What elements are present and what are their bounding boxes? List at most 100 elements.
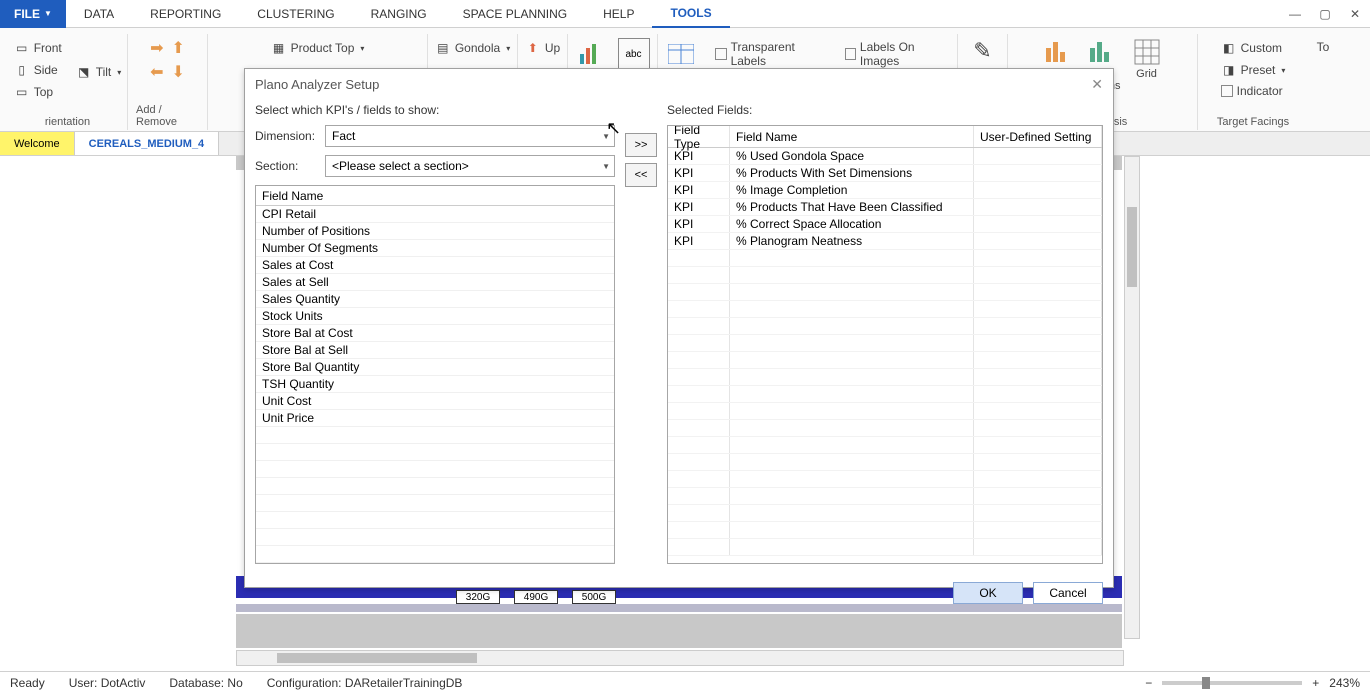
- table-row[interactable]: KPI% Image Completion: [668, 182, 1102, 199]
- zoom-slider[interactable]: [1162, 681, 1302, 685]
- up-icon: ⬆: [525, 40, 541, 56]
- view-top-button[interactable]: ▭ Top: [10, 82, 66, 102]
- checkbox-icon: [715, 48, 726, 60]
- table-icon[interactable]: [666, 38, 695, 70]
- list-item[interactable]: TSH Quantity: [256, 376, 614, 393]
- top-icon: ▭: [14, 84, 30, 100]
- table-row[interactable]: KPI% Correct Space Allocation: [668, 216, 1102, 233]
- side-icon: ▯: [14, 62, 30, 78]
- tab-cereals[interactable]: CEREALS_MEDIUM_4: [75, 132, 220, 155]
- table-row[interactable]: KPI% Products With Set Dimensions: [668, 165, 1102, 182]
- col-user-defined: User-Defined Setting: [974, 126, 1102, 147]
- selected-fields-label: Selected Fields:: [667, 103, 1103, 117]
- label-abc-icon[interactable]: abc: [618, 38, 650, 70]
- dimension-combo[interactable]: Fact▼: [325, 125, 615, 147]
- vertical-scrollbar[interactable]: [1124, 156, 1140, 639]
- status-ready: Ready: [10, 676, 45, 690]
- list-item[interactable]: Stock Units: [256, 308, 614, 325]
- arrow-up-icon[interactable]: ⬆: [172, 38, 185, 58]
- dialog-title: Plano Analyzer Setup: [255, 77, 379, 92]
- menu-reporting[interactable]: REPORTING: [132, 0, 239, 28]
- side-label: Side: [34, 63, 58, 77]
- pencil-icon: ✎: [973, 38, 991, 64]
- view-side-button[interactable]: ▯ Side: [10, 60, 66, 80]
- zoom-out-button[interactable]: −: [1145, 676, 1152, 690]
- list-item[interactable]: Unit Price: [256, 410, 614, 427]
- list-item[interactable]: Store Bal Quantity: [256, 359, 614, 376]
- up-button[interactable]: ⬆ Up: [521, 38, 564, 58]
- tilt-label: Tilt: [96, 65, 112, 79]
- arrow-right-icon[interactable]: ➡: [150, 38, 163, 58]
- view-tilt-button[interactable]: ⬔Tilt▾: [72, 62, 126, 82]
- list-item[interactable]: Sales at Sell: [256, 274, 614, 291]
- arrow-down-icon[interactable]: ⬇: [172, 62, 185, 82]
- preset-label: Preset: [1241, 63, 1276, 77]
- custom-label: Custom: [1241, 41, 1282, 55]
- preset-button[interactable]: ◨Preset▾: [1217, 60, 1290, 80]
- add-field-button[interactable]: >>: [625, 133, 657, 157]
- pencil-edit-button[interactable]: ✎: [973, 38, 991, 64]
- list-item[interactable]: CPI Retail: [256, 206, 614, 223]
- menu-data[interactable]: DATA: [66, 0, 132, 28]
- list-item[interactable]: Unit Cost: [256, 393, 614, 410]
- close-button[interactable]: ✕: [1340, 0, 1370, 28]
- cancel-button[interactable]: Cancel: [1033, 582, 1103, 604]
- arrow-left-icon[interactable]: ⬅: [150, 62, 163, 82]
- selected-fields-grid[interactable]: Field Type Field Name User-Defined Setti…: [667, 125, 1103, 564]
- zoom-in-button[interactable]: +: [1312, 676, 1319, 690]
- product-icon: ▦: [271, 40, 287, 56]
- menu-help[interactable]: HELP: [585, 0, 652, 28]
- table-row[interactable]: KPI% Products That Have Been Classified: [668, 199, 1102, 216]
- table-row[interactable]: KPI% Used Gondola Space: [668, 148, 1102, 165]
- custom-icon: ◧: [1221, 40, 1237, 56]
- group-label-orientation: rientation: [45, 116, 90, 128]
- status-user: User: DotActiv: [69, 676, 146, 690]
- caret-down-icon: ▾: [506, 44, 510, 53]
- menu-space-planning[interactable]: SPACE PLANNING: [445, 0, 585, 28]
- minimize-button[interactable]: —: [1280, 0, 1310, 28]
- list-item[interactable]: Number of Positions: [256, 223, 614, 240]
- maximize-button[interactable]: ▢: [1310, 0, 1340, 28]
- list-item[interactable]: Sales Quantity: [256, 291, 614, 308]
- ok-button[interactable]: OK: [953, 582, 1023, 604]
- menu-ranging[interactable]: RANGING: [353, 0, 445, 28]
- checkbox-icon: [1221, 85, 1233, 97]
- status-bar: Ready User: DotActiv Database: No Config…: [0, 671, 1370, 693]
- table-row[interactable]: KPI% Planogram Neatness: [668, 233, 1102, 250]
- view-front-button[interactable]: ▭Front: [10, 38, 66, 58]
- grid-button[interactable]: Grid: [1133, 38, 1161, 80]
- group-label-addremove: Add / Remove: [136, 104, 199, 128]
- section-combo[interactable]: <Please select a section>▼: [325, 155, 615, 177]
- list-item[interactable]: Sales at Cost: [256, 257, 614, 274]
- available-fields-list[interactable]: Field Name CPI RetailNumber of Positions…: [255, 185, 615, 564]
- floor-area: [236, 614, 1122, 648]
- up-label: Up: [545, 41, 560, 55]
- horizontal-scrollbar[interactable]: [236, 650, 1124, 666]
- group-label-target-facings: Target Facings: [1217, 116, 1289, 128]
- caret-down-icon: ▼: [602, 162, 610, 171]
- indicator-label: Indicator: [1237, 84, 1283, 98]
- menu-tools[interactable]: TOOLS: [652, 0, 729, 28]
- to-button[interactable]: To: [1313, 38, 1334, 56]
- chart-icon[interactable]: [576, 38, 608, 70]
- field-name-header: Field Name: [256, 186, 614, 206]
- menu-clustering[interactable]: CLUSTERING: [239, 0, 352, 28]
- front-label: Front: [34, 41, 62, 55]
- dialog-close-button[interactable]: ✕: [1091, 76, 1103, 93]
- top-label: Top: [34, 85, 53, 99]
- indicator-button[interactable]: Indicator: [1217, 82, 1290, 100]
- file-menu[interactable]: FILE ▼: [0, 0, 66, 28]
- gondola-button[interactable]: ▤Gondola▾: [431, 38, 514, 58]
- tab-welcome[interactable]: Welcome: [0, 132, 75, 155]
- dimension-value: Fact: [332, 129, 355, 143]
- product-top-button[interactable]: ▦Product Top▾: [267, 38, 369, 58]
- list-item[interactable]: Number Of Segments: [256, 240, 614, 257]
- labels-on-images-checkbox[interactable]: Labels On Images: [845, 38, 949, 70]
- analyzer-icon: [1044, 38, 1072, 66]
- remove-field-button[interactable]: <<: [625, 163, 657, 187]
- list-item[interactable]: Store Bal at Sell: [256, 342, 614, 359]
- shelf-strip: [236, 604, 1122, 612]
- transparent-labels-checkbox[interactable]: Transparent Labels: [715, 38, 824, 70]
- list-item[interactable]: Store Bal at Cost: [256, 325, 614, 342]
- custom-button[interactable]: ◧ Custom: [1217, 38, 1290, 58]
